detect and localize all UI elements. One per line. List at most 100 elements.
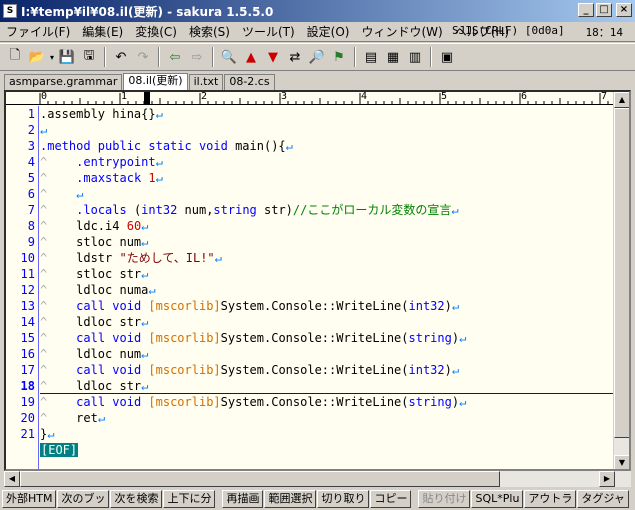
line-number: 14 <box>20 315 35 329</box>
menu-edit[interactable]: 編集(E) <box>76 23 129 40</box>
fkey-button[interactable]: 切り取り <box>317 490 370 508</box>
menu-search[interactable]: 検索(S) <box>183 23 236 40</box>
fkey-button[interactable]: タグジャ <box>577 490 629 508</box>
line-number: 15 <box>20 331 35 345</box>
function-key-bar: 外部HTM 次のブッ 次を検索 上下に分 再描画 範囲選択 切り取り コピー 貼り付け SQL*P… <box>0 488 635 510</box>
find-prev-icon[interactable]: ▲ <box>240 46 262 68</box>
line-number: 4 <box>27 155 35 169</box>
tab-08-2-cs[interactable]: 08-2.cs <box>224 74 275 90</box>
dropdown-icon[interactable]: ▾ <box>48 46 56 68</box>
line-number: 11 <box>20 267 35 281</box>
code-line[interactable]: ^ .maxstack 1↵ <box>40 170 614 186</box>
ruler-label: 3 <box>281 91 288 102</box>
menu-convert[interactable]: 変換(C) <box>129 23 183 40</box>
save-icon[interactable]: 💾 <box>56 46 78 68</box>
code-area[interactable]: .assembly hina{}↵ ↵ .method public static … <box>40 106 614 469</box>
column-ruler: 0 1 2 3 4 5 6 7 <box>6 92 614 105</box>
line-number-gutter: 1 2 3 4 5 6 7 8 9 10 11 12 13 14 15 16 17 18 19 20 21 <box>6 106 38 469</box>
fkey-button[interactable]: 範囲選択 <box>264 490 317 508</box>
code-line[interactable]: ↵ <box>40 122 614 138</box>
code-line[interactable]: ^ .locals (int32 num,string str)//ここがローカ… <box>40 202 614 218</box>
code-line[interactable]: ^ stloc num↵ <box>40 234 614 250</box>
tab-il-txt[interactable]: il.txt <box>188 74 224 90</box>
code-line[interactable]: .method public static void main(){↵ <box>40 138 614 154</box>
menu-settings[interactable]: 設定(O) <box>301 23 356 40</box>
editor-pane[interactable]: 0 1 2 3 4 5 6 7 1 2 3 4 5 6 7 8 9 10 11 12 13 14 15 16 1… <box>4 90 631 471</box>
settings-icon[interactable]: ▥ <box>404 46 426 68</box>
find-next-icon[interactable]: ▼ <box>262 46 284 68</box>
fkey-button[interactable]: 外部HTM <box>2 490 57 508</box>
grep-icon[interactable]: 🔎 <box>306 46 328 68</box>
toolbar-separator <box>104 47 106 67</box>
code-line[interactable]: }↵ <box>40 426 614 442</box>
line-number: 16 <box>20 347 35 361</box>
fkey-button[interactable]: 再描画 <box>222 490 264 508</box>
line-number: 8 <box>27 219 35 233</box>
code-line[interactable]: ^ ret↵ <box>40 410 614 426</box>
code-line[interactable]: ^ ldloc str↵ <box>40 314 614 330</box>
code-line[interactable]: ^ call void [mscorlib]System.Console::Wr… <box>40 394 614 410</box>
fkey-button[interactable]: コピー <box>370 490 412 508</box>
compare-icon[interactable]: ▤ <box>360 46 382 68</box>
code-line[interactable]: ^ ldloc num↵ <box>40 346 614 362</box>
scroll-down-button[interactable]: ▼ <box>614 455 629 469</box>
new-file-icon[interactable]: 🗋 <box>4 46 26 68</box>
tag-jump-icon[interactable]: ⚑ <box>328 46 350 68</box>
open-folder-icon[interactable]: 📂 <box>26 46 48 68</box>
code-line[interactable]: ^ ldloc numa↵ <box>40 282 614 298</box>
prev-jump-icon[interactable]: ⇦ <box>164 46 186 68</box>
fkey-button[interactable]: 貼り付け <box>418 490 471 508</box>
line-number: 18 <box>20 379 35 393</box>
toolbar: 🗋 📂 ▾ 💾 🖫 ↶ ↷ ⇦ ⇨ 🔍 ▲ ▼ ⇄ 🔎 ⚑ ▤ ▦ ▥ ▣ <box>0 43 635 71</box>
line-number: 5 <box>27 171 35 185</box>
find-icon[interactable]: 🔍 <box>218 46 240 68</box>
next-jump-icon[interactable]: ⇨ <box>186 46 208 68</box>
code-line[interactable]: ^ ldstr "ためして、IL!"↵ <box>40 250 614 266</box>
fkey-button[interactable]: 次のブッ <box>57 490 110 508</box>
close-button[interactable]: × <box>616 3 632 17</box>
maximize-button[interactable]: □ <box>596 3 612 17</box>
menu-bar: ファイル(F) 編集(E) 変換(C) 検索(S) ツール(T) 設定(O) ウ… <box>0 22 635 42</box>
code-line[interactable]: ^ ↵ <box>40 186 614 202</box>
menu-window[interactable]: ウィンドウ(W) <box>355 23 448 40</box>
save-all-icon[interactable]: 🖫 <box>78 46 100 68</box>
fkey-button[interactable]: SQL*Plu <box>471 490 524 508</box>
ruler-label: 4 <box>361 91 368 102</box>
code-line[interactable]: ^ call void [mscorlib]System.Console::Wr… <box>40 298 614 314</box>
horizontal-scroll-thumb[interactable] <box>20 471 500 487</box>
outline-icon[interactable]: ▦ <box>382 46 404 68</box>
ruler-label: 5 <box>441 91 448 102</box>
code-line[interactable]: ^ ldloc str↵ <box>40 378 614 394</box>
menu-file[interactable]: ファイル(F) <box>0 23 76 40</box>
code-line[interactable]: ^ call void [mscorlib]System.Console::Wr… <box>40 362 614 378</box>
line-number: 10 <box>20 251 35 265</box>
scroll-up-button[interactable]: ▲ <box>614 92 629 108</box>
gutter-divider <box>38 106 39 469</box>
code-line[interactable]: [EOF] <box>40 442 614 458</box>
tab-08-il[interactable]: 08.il(更新) <box>123 73 188 90</box>
fkey-button[interactable]: 上下に分 <box>163 490 216 508</box>
replace-icon[interactable]: ⇄ <box>284 46 306 68</box>
window-icon[interactable]: ▣ <box>436 46 458 68</box>
code-line[interactable]: ^ ldc.i4 60↵ <box>40 218 614 234</box>
vertical-scrollbar[interactable]: ▲ ▼ <box>613 92 629 469</box>
scroll-left-button[interactable]: ◀ <box>4 471 20 487</box>
vertical-scroll-thumb[interactable] <box>614 108 629 438</box>
redo-icon[interactable]: ↷ <box>132 46 154 68</box>
menu-tools[interactable]: ツール(T) <box>236 23 301 40</box>
code-line[interactable]: ^ stloc str↵ <box>40 266 614 282</box>
code-line[interactable]: ^ .entrypoint↵ <box>40 154 614 170</box>
horizontal-scrollbar[interactable]: ◀ ▶ <box>4 471 631 487</box>
fkey-button[interactable]: 次を検索 <box>110 490 163 508</box>
line-number: 7 <box>27 203 35 217</box>
minimize-button[interactable]: _ <box>578 3 594 17</box>
undo-icon[interactable]: ↶ <box>110 46 132 68</box>
tab-asmparse-grammar[interactable]: asmparse.grammar <box>4 74 123 90</box>
ruler-label: 1 <box>121 91 128 102</box>
encoding-status: SJIS(CRLF) [0d0a] <box>452 24 565 37</box>
app-icon[interactable]: S <box>3 4 17 18</box>
scroll-right-button[interactable]: ▶ <box>599 471 615 487</box>
code-line[interactable]: .assembly hina{}↵ <box>40 106 614 122</box>
code-line[interactable]: ^ call void [mscorlib]System.Console::Wr… <box>40 330 614 346</box>
fkey-button[interactable]: アウトラ <box>524 490 577 508</box>
